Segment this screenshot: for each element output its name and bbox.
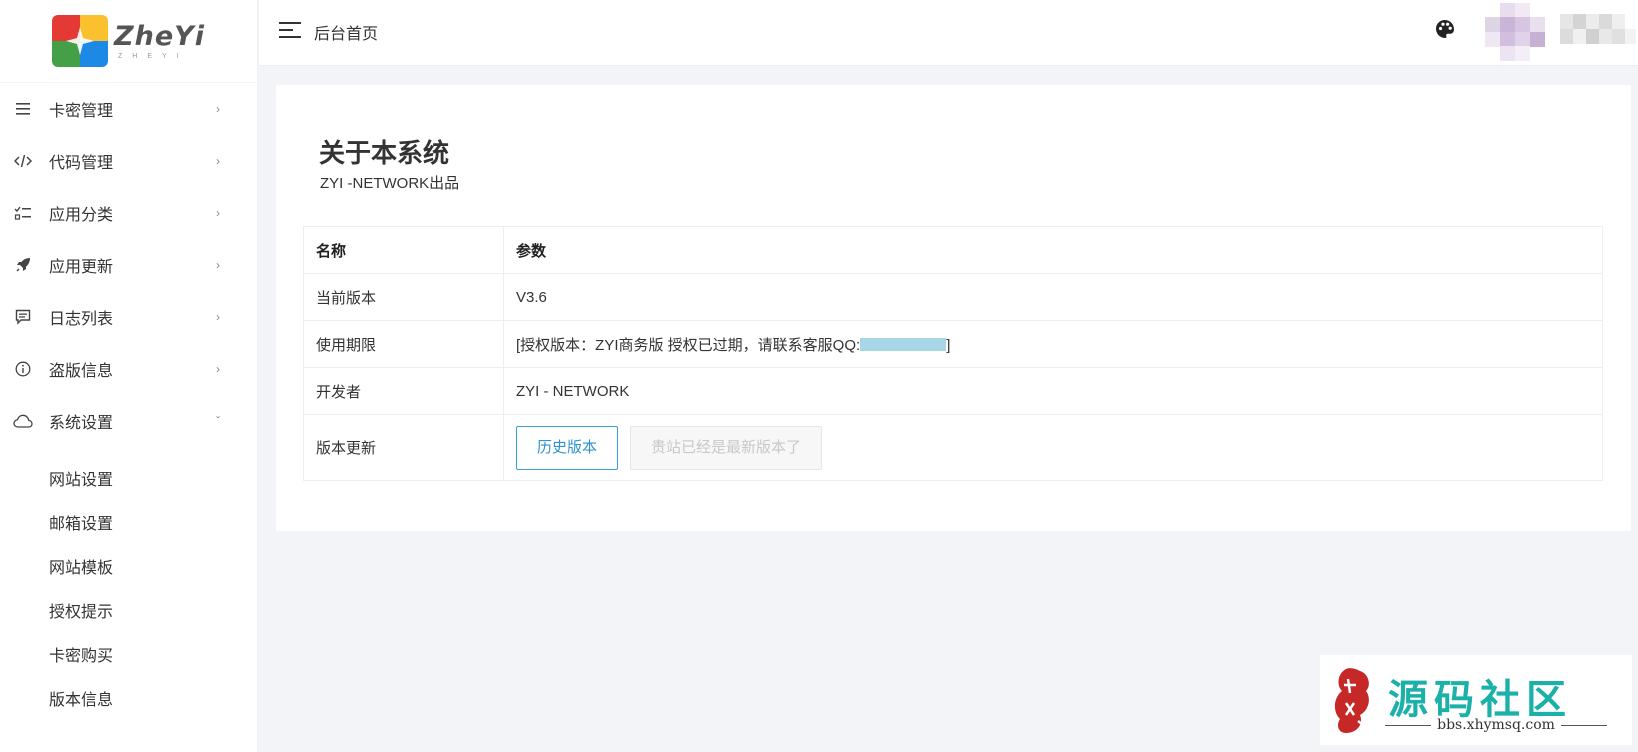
list-icon [13, 99, 33, 119]
table-row: 当前版本 V3.6 [303, 273, 1603, 321]
sidebar-item-card-management[interactable]: 卡密管理 › [0, 83, 257, 135]
page-title: 后台首页 [314, 26, 379, 43]
redacted-qq [860, 337, 947, 351]
submenu-item-license-notice[interactable]: 授权提示 [0, 591, 257, 635]
chevron-right-icon: › [216, 310, 220, 324]
card-title: 关于本系统 [319, 138, 450, 168]
license-text: [授权版本：ZYI商务版 授权已过期，请联系客服QQ: [516, 336, 861, 354]
logo[interactable]: ZheYi ZHEYI [0, 0, 257, 83]
table-row: 版本更新 历史版本 贵站已经是最新版本了 [303, 414, 1603, 481]
menu-toggle-icon[interactable] [279, 22, 301, 38]
checklist-icon [13, 203, 33, 223]
brand-name: ZheYi [114, 21, 205, 52]
table-header-row: 名称 参数 [303, 226, 1603, 274]
about-card: 关于本系统 ZYI -NETWORK出品 名称 参数 当前版本 V3.6 使用期… [276, 85, 1631, 531]
table-row: 使用期限 [授权版本：ZYI商务版 授权已过期，请联系客服QQ:] [303, 320, 1603, 368]
message-icon [13, 307, 33, 327]
submenu-item-email-settings[interactable]: 邮箱设置 [0, 503, 257, 547]
sidebar-item-app-update[interactable]: 应用更新 › [0, 239, 257, 291]
row-name: 当前版本 [303, 273, 504, 321]
current-version-value: V3.6 [503, 273, 1603, 321]
watermark: 源码社区 bbs.xhymsq.com [1320, 655, 1632, 745]
system-info-table: 名称 参数 当前版本 V3.6 使用期限 [授权版本：ZYI商务版 授权已过期，… [303, 226, 1603, 481]
watermark-url: bbs.xhymsq.com [1437, 717, 1555, 733]
card-subtitle: ZYI -NETWORK出品 [320, 175, 460, 192]
info-icon [13, 359, 33, 379]
chevron-right-icon: › [216, 102, 220, 116]
row-name: 版本更新 [303, 414, 504, 481]
system-settings-submenu: 网站设置 邮箱设置 网站模板 授权提示 卡密购买 版本信息 [0, 447, 257, 723]
avatar[interactable] [1485, 3, 1545, 61]
version-update-actions: 历史版本 贵站已经是最新版本了 [503, 414, 1603, 481]
seal-logo-icon [1334, 668, 1369, 733]
sidebar-item-label: 应用分类 [49, 207, 114, 224]
logo-mark-icon [52, 15, 109, 67]
submenu-item-card-purchase[interactable]: 卡密购买 [0, 635, 257, 679]
column-header-value: 参数 [503, 226, 1603, 274]
brand-subtitle: ZHEYI [118, 53, 189, 60]
sidebar-item-piracy-info[interactable]: 盗版信息 › [0, 343, 257, 395]
license-term-value: [授权版本：ZYI商务版 授权已过期，请联系客服QQ:] [503, 320, 1603, 368]
chevron-down-icon: ˇ [216, 414, 220, 428]
column-header-name: 名称 [303, 226, 504, 274]
top-header: 后台首页 [259, 0, 1638, 66]
sidebar-item-code-management[interactable]: 代码管理 › [0, 135, 257, 187]
developer-value: ZYI - NETWORK [503, 367, 1603, 415]
sidebar-menu: 卡密管理 › 代码管理 › 应用分类 › 应用更新 › 日志列表 › 盗版信息 … [0, 83, 257, 447]
chevron-right-icon: › [216, 154, 220, 168]
row-name: 开发者 [303, 367, 504, 415]
chevron-right-icon: › [216, 362, 220, 376]
rocket-icon [13, 255, 33, 275]
username[interactable] [1560, 14, 1636, 44]
chevron-right-icon: › [216, 258, 220, 272]
license-text-end: ] [946, 336, 951, 354]
cloud-icon [13, 411, 33, 431]
code-icon [13, 151, 33, 171]
sidebar-item-label: 应用更新 [49, 259, 114, 276]
submenu-item-version-info[interactable]: 版本信息 [0, 679, 257, 723]
sidebar-item-label: 日志列表 [49, 311, 114, 328]
sidebar-item-app-category[interactable]: 应用分类 › [0, 187, 257, 239]
latest-version-button[interactable]: 贵站已经是最新版本了 [630, 425, 823, 470]
row-name: 使用期限 [303, 320, 504, 368]
sidebar-item-system-settings[interactable]: 系统设置 ˇ [0, 395, 257, 447]
watermark-url-row: bbs.xhymsq.com [1385, 717, 1608, 733]
palette-icon[interactable] [1434, 18, 1456, 40]
sidebar-item-label: 盗版信息 [49, 363, 114, 380]
sidebar-item-label: 系统设置 [49, 415, 114, 432]
sidebar-item-label: 代码管理 [49, 155, 114, 172]
sidebar-item-label: 卡密管理 [49, 103, 114, 120]
chevron-right-icon: › [216, 206, 220, 220]
submenu-item-site-template[interactable]: 网站模板 [0, 547, 257, 591]
sidebar-item-log-list[interactable]: 日志列表 › [0, 291, 257, 343]
table-row: 开发者 ZYI - NETWORK [303, 367, 1603, 415]
history-version-button[interactable]: 历史版本 [516, 425, 619, 470]
submenu-item-site-settings[interactable]: 网站设置 [0, 459, 257, 503]
sidebar: ZheYi ZHEYI 卡密管理 › 代码管理 › 应用分类 › 应用更新 › … [0, 0, 258, 752]
